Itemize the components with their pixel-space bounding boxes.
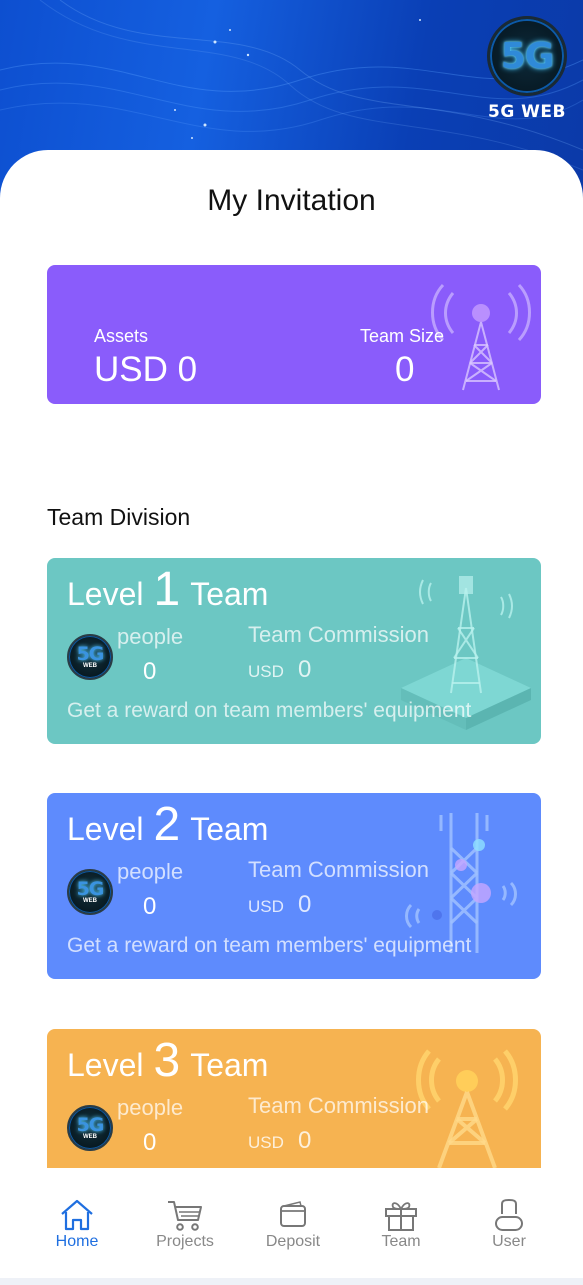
commission-label: Team Commission xyxy=(248,622,429,647)
people-label: people xyxy=(117,859,184,884)
team-size-label: Team Size xyxy=(360,326,445,346)
level-number: 3 xyxy=(153,1034,181,1087)
gift-icon xyxy=(385,1202,417,1231)
commission-currency: USD xyxy=(248,662,284,681)
people-label: people xyxy=(117,624,184,649)
team-size-value: 0 xyxy=(395,350,415,389)
tab-label: Team xyxy=(381,1233,421,1250)
tab-deposit[interactable]: Deposit xyxy=(239,1168,347,1278)
bottom-tab-bar: Home Projects Deposit Team User xyxy=(0,1168,583,1278)
level-title: Level 1 Team xyxy=(67,563,269,616)
commission-currency: USD xyxy=(248,897,284,916)
level-title: Level 2 Team xyxy=(67,798,269,851)
level-title: Level 3 Team xyxy=(67,1034,269,1087)
people-value: 0 xyxy=(143,1129,157,1156)
tab-label: Home xyxy=(55,1233,99,1250)
tab-user[interactable]: User xyxy=(455,1168,563,1278)
commission-value: 0 xyxy=(298,891,312,918)
commission-label: Team Commission xyxy=(248,857,429,882)
summary-card: Assets USD 0 Team Size 0 xyxy=(47,265,541,404)
bottom-divider xyxy=(0,1278,583,1285)
brand-name: 5G WEB xyxy=(487,102,567,122)
tab-label: Deposit xyxy=(265,1233,321,1250)
tab-team[interactable]: Team xyxy=(347,1168,455,1278)
page-title: My Invitation xyxy=(207,184,376,217)
reward-text: Get a reward on team members' equipment xyxy=(67,699,472,722)
tab-label: Projects xyxy=(156,1233,214,1250)
brand-logo: 5G 5G WEB xyxy=(481,16,573,122)
people-value: 0 xyxy=(143,658,157,685)
tab-home[interactable]: Home xyxy=(23,1168,131,1278)
tab-label: User xyxy=(492,1233,526,1250)
user-icon xyxy=(495,1198,523,1231)
team-division-title: Team Division xyxy=(47,504,191,530)
cart-icon xyxy=(168,1201,202,1231)
assets-value: USD 0 xyxy=(94,350,198,389)
level-card-1[interactable]: Level 1 Team 5G WEB people 0 Team Commissi… xyxy=(47,558,541,744)
assets-label: Assets xyxy=(94,326,149,346)
commission-value: 0 xyxy=(298,1127,312,1154)
wallet-icon xyxy=(280,1201,306,1227)
level-number: 2 xyxy=(153,798,181,851)
5g-logo-icon: 5G xyxy=(487,16,567,96)
level-number: 1 xyxy=(153,563,181,616)
people-value: 0 xyxy=(143,893,157,920)
5g-badge-icon: 5G WEB xyxy=(67,869,113,915)
reward-text: Get a reward on team members' equipment xyxy=(67,934,472,957)
commission-currency: USD xyxy=(248,1133,284,1152)
people-label: people xyxy=(117,1095,184,1120)
level-card-3[interactable]: Level 3 Team 5G WEB people 0 Team Commissi… xyxy=(47,1029,541,1168)
level-card-2[interactable]: Level 2 Team 5G WEB people 0 Team Commissi… xyxy=(47,793,541,979)
5g-badge-icon: 5G WEB xyxy=(67,634,113,680)
commission-label: Team Commission xyxy=(248,1093,429,1118)
tab-projects[interactable]: Projects xyxy=(131,1168,239,1278)
5g-badge-icon: 5G WEB xyxy=(67,1105,113,1151)
commission-value: 0 xyxy=(298,656,312,683)
home-icon xyxy=(61,1199,93,1231)
